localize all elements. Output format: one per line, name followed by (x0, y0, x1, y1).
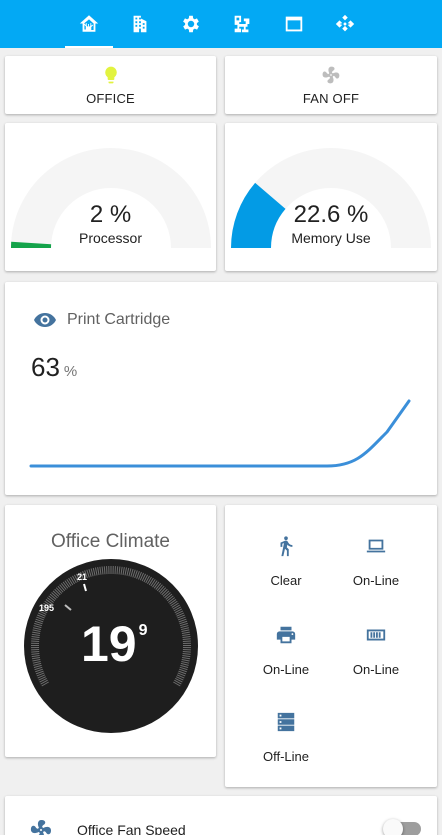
memory-icon (366, 629, 386, 641)
fan-icon (30, 820, 51, 835)
entity-state: On-Line (262, 662, 310, 677)
tab-window[interactable] (270, 0, 318, 48)
office-light-button[interactable]: OFFICE (5, 56, 216, 114)
print-cartridge-card[interactable]: Print Cartridge 63% (5, 282, 437, 495)
entity-printer[interactable]: On-Line (241, 624, 331, 677)
fan-button[interactable]: FAN OFF (225, 56, 437, 114)
toggle-thumb (383, 819, 403, 835)
fan-speed-row: Office Fan Speed (29, 818, 186, 835)
lightbulb-icon (104, 66, 117, 83)
dial-tick (31, 651, 40, 653)
entity-glance-card: Clear On-Line On-Line On-Line Off-Line (225, 505, 437, 787)
window-icon (285, 16, 303, 32)
dial-tick (31, 640, 40, 642)
office-climate-card[interactable]: Office Climate 21 195 19 9 (5, 505, 216, 757)
temperature-decimal: 9 (138, 622, 148, 639)
laptop-icon (366, 539, 386, 553)
memory-value: 22.6 % (293, 201, 369, 228)
dial-tick (103, 566, 106, 575)
fan-icon (322, 66, 340, 83)
printer-icon (276, 626, 296, 644)
processor-value: 2 % (89, 201, 132, 228)
walk-icon (280, 536, 293, 557)
processor-gauge (11, 148, 211, 248)
climate-temperature: 19 9 (81, 619, 148, 669)
entity-motion[interactable]: Clear (241, 535, 331, 588)
current-temp-label: 195 (39, 603, 55, 613)
memory-gauge (231, 148, 431, 248)
entity-memory[interactable]: On-Line (331, 624, 421, 677)
history-line (29, 399, 411, 468)
tab-office[interactable] (116, 0, 164, 48)
top-tab-bar (0, 0, 442, 48)
memory-gauge-card: 22.6 % Memory Use (225, 123, 437, 271)
kodi-icon (335, 14, 355, 32)
tab-kodi[interactable] (321, 0, 369, 48)
target-temp-label: 21 (77, 572, 88, 582)
tab-home[interactable] (65, 0, 113, 48)
dial-tick (182, 640, 191, 642)
fan-speed-card: Office Fan Speed (5, 796, 437, 835)
entity-state: Clear (270, 573, 302, 588)
home-assistant-icon (79, 15, 99, 32)
office-light-label: OFFICE (86, 90, 135, 106)
entity-state: Off-Line (262, 749, 309, 764)
entity-state: On-Line (352, 573, 400, 588)
fan-speed-label: Office Fan Speed (77, 822, 186, 835)
settings-icon (183, 15, 199, 33)
tab-network[interactable] (218, 0, 266, 48)
entity-laptop[interactable]: On-Line (331, 535, 421, 588)
entity-state: On-Line (352, 662, 400, 677)
temperature-whole: 19 (81, 616, 137, 672)
home-network-icon (234, 15, 250, 33)
dial-tick (116, 566, 119, 575)
fan-label: FAN OFF (302, 90, 360, 106)
tab-settings[interactable] (167, 0, 215, 48)
office-building-icon (133, 15, 147, 33)
sensor-history-graph (29, 399, 411, 468)
dial-tick (182, 651, 191, 653)
server-icon (277, 712, 295, 732)
entity-server[interactable]: Off-Line (241, 711, 331, 764)
fan-speed-toggle[interactable] (383, 819, 421, 835)
processor-label: Processor (78, 230, 143, 246)
processor-gauge-card: 2 % Processor (5, 123, 216, 271)
memory-label: Memory Use (291, 230, 371, 246)
